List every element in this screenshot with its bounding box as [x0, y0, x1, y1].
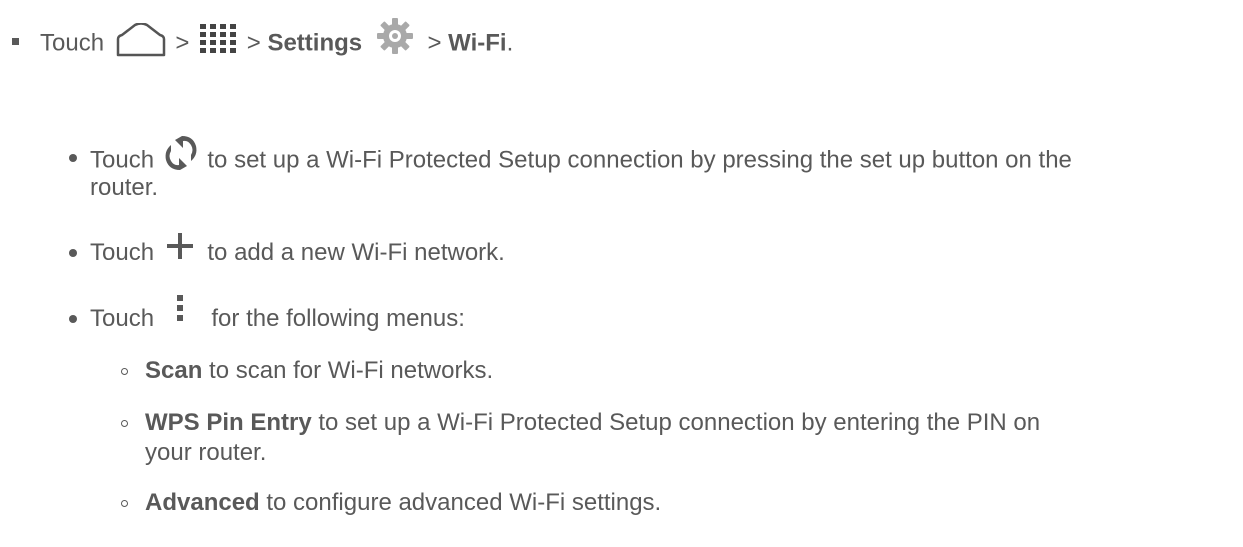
bullet-dot [69, 249, 77, 257]
bullet-3-touch: Touch [90, 305, 155, 332]
sep-2: > [246, 29, 261, 57]
bullet-2-touch: Touch [90, 239, 155, 266]
scan-text: to scan for Wi-Fi networks. [209, 357, 494, 384]
sub-bullet-ring [121, 368, 128, 375]
advanced-text: to configure advanced Wi-Fi settings. [266, 489, 662, 516]
bullet-dot [69, 315, 77, 323]
sep-1: > [175, 29, 190, 57]
sub-bullet-wps-pin-cont: your router. [145, 439, 267, 466]
square-bullet [12, 38, 19, 45]
settings-gear-icon [376, 18, 413, 54]
step-touch: Touch [40, 29, 105, 57]
sub-bullet-ring [121, 420, 128, 427]
bullet-3: Touch for the following menus: [90, 294, 465, 335]
sub-bullet-scan: Scan to scan for Wi-Fi networks. [145, 356, 493, 386]
bullet-1: Touch to set up a Wi-Fi Protected Setup … [90, 136, 1072, 179]
settings-label: Settings [267, 29, 363, 57]
bullet-1-cont: router. [90, 174, 159, 201]
bullet-dot [69, 154, 77, 162]
bullet-1-touch: Touch [90, 146, 155, 174]
menu-icon [176, 294, 183, 321]
wifi-label: Wi-Fi [448, 29, 507, 57]
bullet-2-text: to add a new Wi-Fi network. [207, 239, 505, 266]
home-icon [116, 23, 165, 57]
step-end: . [506, 29, 514, 57]
add-icon [166, 232, 193, 259]
wps-pin-term: WPS Pin Entry [145, 409, 312, 436]
advanced-term: Advanced [145, 489, 260, 516]
sub-bullet-wps-pin: WPS Pin Entry to set up a Wi-Fi Protecte… [145, 408, 1040, 438]
scan-term: Scan [145, 357, 203, 384]
bullet-3-text: for the following menus: [211, 305, 465, 332]
bullet-1-text: to set up a Wi-Fi Protected Setup connec… [207, 146, 1072, 174]
sep-3: > [427, 29, 442, 57]
sub-bullet-advanced: Advanced to configure advanced Wi-Fi set… [145, 488, 661, 518]
wps-icon [165, 136, 197, 170]
sub-bullet-ring [121, 500, 128, 507]
bullet-2: Touch to add a new Wi-Fi network. [90, 232, 505, 268]
wps-pin-text: to set up a Wi-Fi Protected Setup connec… [318, 409, 1041, 436]
apps-grid-icon [200, 24, 237, 53]
step-line: Touch > > Settings > Wi-Fi. [40, 18, 514, 64]
